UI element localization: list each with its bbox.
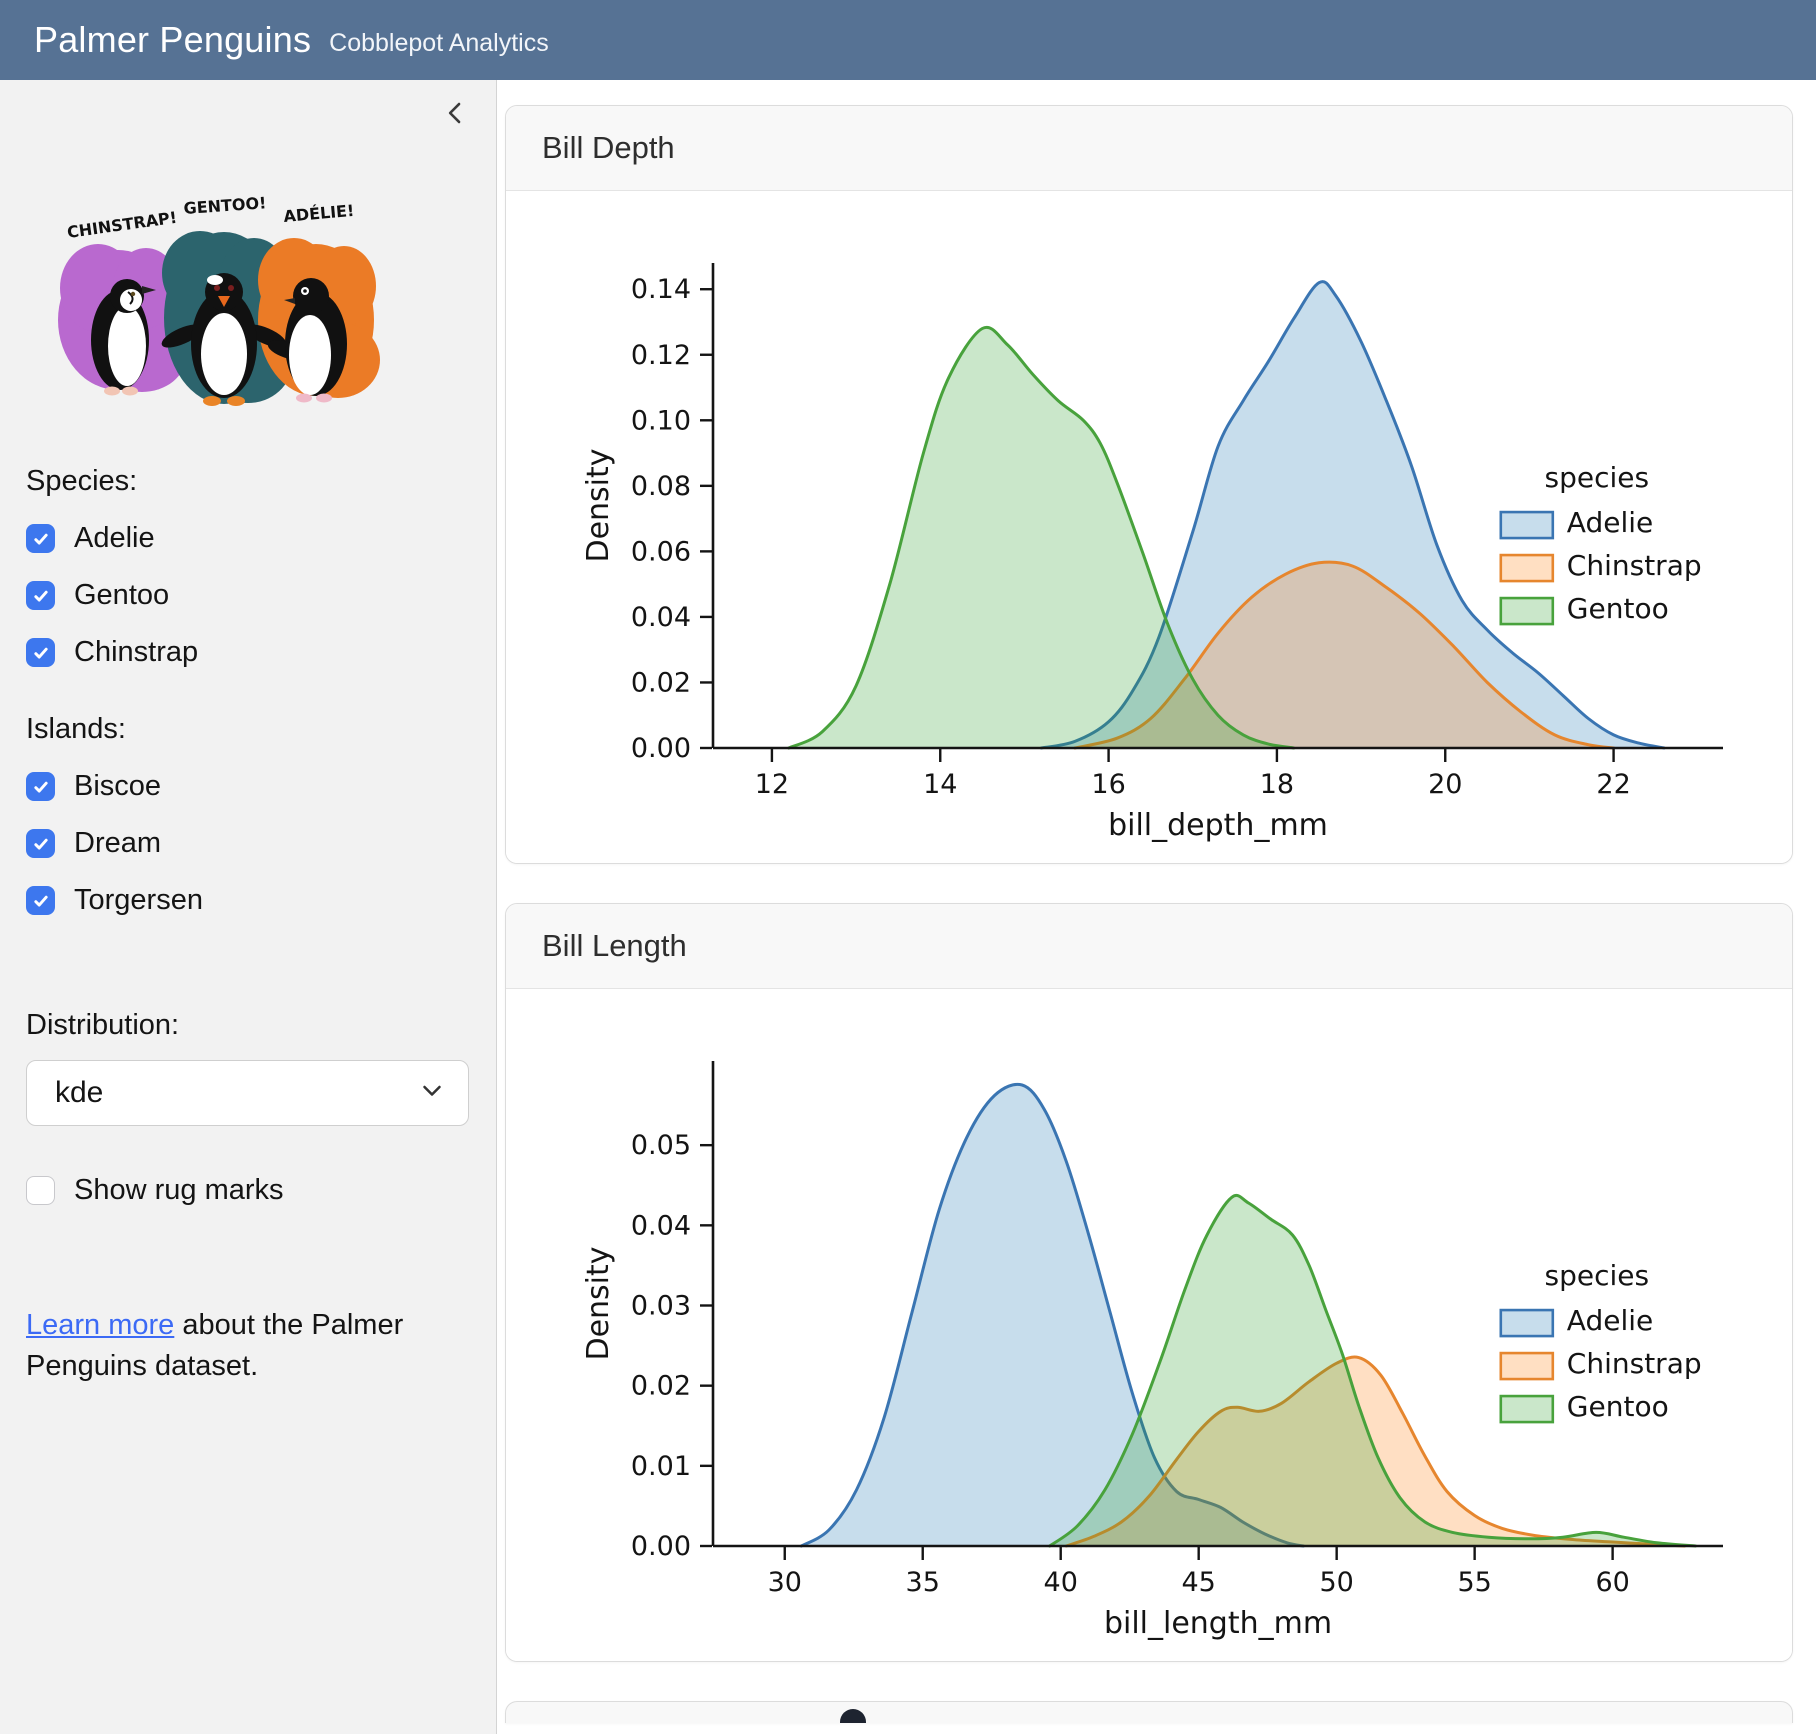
x-axis-label: bill_depth_mm	[1108, 808, 1328, 843]
checkbox-label: Gentoo	[74, 579, 169, 612]
legend-label-adelie: Adelie	[1567, 506, 1653, 539]
legend-swatch-chinstrap	[1501, 555, 1553, 581]
y-tick-label: 0.14	[631, 274, 691, 305]
distribution-heading: Distribution:	[26, 1009, 470, 1042]
partial-card	[505, 1701, 1793, 1723]
legend-label-gentoo: Gentoo	[1567, 1390, 1669, 1423]
y-tick-label: 0.00	[631, 733, 691, 764]
adelie-art-label: ADÉLIE!	[283, 201, 355, 226]
checkbox-icon	[26, 638, 55, 667]
species-checkbox-chinstrap[interactable]: Chinstrap	[26, 636, 470, 669]
legend: species Adelie Chinstrap Gentoo	[1501, 461, 1702, 625]
legend-swatch-adelie	[1501, 512, 1553, 538]
island-checkbox-biscoe[interactable]: Biscoe	[26, 770, 470, 803]
x-axis-label: bill_length_mm	[1104, 1606, 1332, 1641]
x-tick-label: 12	[755, 769, 789, 800]
app-title: Palmer Penguins	[34, 19, 311, 61]
y-tick-label: 0.10	[631, 405, 691, 436]
x-tick-label: 60	[1595, 1567, 1629, 1598]
y-tick-label: 0.04	[631, 602, 691, 633]
x-tick-label: 30	[768, 1567, 802, 1598]
legend-label-chinstrap: Chinstrap	[1567, 1347, 1702, 1380]
species-heading: Species:	[26, 465, 470, 498]
x-tick-label: 45	[1182, 1567, 1216, 1598]
legend-label-adelie: Adelie	[1567, 1304, 1653, 1337]
species-checkbox-gentoo[interactable]: Gentoo	[26, 579, 470, 612]
bill-length-card-title: Bill Length	[506, 904, 1792, 989]
x-tick-label: 50	[1319, 1567, 1353, 1598]
checkbox-icon	[26, 1176, 55, 1205]
x-tick-label: 20	[1428, 769, 1462, 800]
y-tick-label: 0.01	[631, 1451, 691, 1482]
x-tick-label: 35	[906, 1567, 940, 1598]
checkbox-label: Dream	[74, 827, 161, 860]
checkbox-icon	[26, 581, 55, 610]
chinstrap-art-label: CHINSTRAP!	[66, 208, 178, 242]
app-window: Palmer Penguins Cobblepot Analytics	[0, 0, 1816, 1734]
app-header: Palmer Penguins Cobblepot Analytics	[0, 0, 1816, 80]
legend-title: species	[1545, 1259, 1650, 1292]
y-tick-label: 0.12	[631, 340, 691, 371]
checkbox-icon	[26, 829, 55, 858]
checkbox-icon	[26, 524, 55, 553]
y-tick-label: 0.04	[631, 1210, 691, 1241]
x-tick-label: 40	[1044, 1567, 1078, 1598]
legend-swatch-chinstrap	[1501, 1353, 1553, 1379]
chevron-left-icon	[442, 100, 468, 131]
species-checkbox-adelie[interactable]: Adelie	[26, 522, 470, 555]
checkbox-icon	[26, 886, 55, 915]
distribution-select[interactable]: kde	[26, 1060, 469, 1126]
y-tick-label: 0.00	[631, 1531, 691, 1562]
x-tick-label: 18	[1260, 769, 1294, 800]
show-rug-marks-checkbox[interactable]: Show rug marks	[26, 1174, 470, 1207]
bill-depth-card: Bill Depth 12 14 16 18 20 22 0.00 0.02 0.04 0.06 0…	[505, 105, 1793, 864]
y-tick-label: 0.06	[631, 536, 691, 567]
y-tick-label: 0.05	[631, 1130, 691, 1161]
kde-chart-svg: 12 14 16 18 20 22 0.00 0.02 0.04 0.06 0.08 0.10 0.12…	[508, 203, 1758, 863]
checkbox-label: Adelie	[74, 522, 155, 555]
distribution-selected-value: kde	[55, 1076, 420, 1110]
y-tick-label: 0.02	[631, 667, 691, 698]
chevron-down-icon	[420, 1076, 444, 1110]
learn-more-text: Learn more about the Palmer Penguins dat…	[26, 1305, 466, 1387]
y-axis-label: Density	[581, 448, 616, 562]
checkbox-label: Torgersen	[74, 884, 203, 917]
gentoo-art-label: GENTOO!	[183, 193, 267, 218]
kde-chart-svg: 30 35 40 45 50 55 60 0.00 0.01 0.02 0.03 0.04 0.05 bi…	[508, 1001, 1758, 1661]
checkbox-label: Show rug marks	[74, 1174, 284, 1207]
checkbox-label: Chinstrap	[74, 636, 198, 669]
sidebar: CHINSTRAP! GENTOO! ADÉLIE! Species: Adel…	[0, 80, 497, 1734]
x-tick-label: 14	[923, 769, 957, 800]
partial-chart-shape	[840, 1709, 866, 1723]
bill-length-card: Bill Length 30 35 40 45 50 55 60 0.00 0.01 0.02 0.…	[505, 903, 1793, 1662]
bill-length-kde-plot: 30 35 40 45 50 55 60 0.00 0.01 0.02 0.03 0.04 0.05 bi…	[506, 1001, 1792, 1661]
sidebar-collapse-button[interactable]	[440, 100, 470, 130]
legend-label-chinstrap: Chinstrap	[1567, 549, 1702, 582]
sidebar-collapse-row	[26, 100, 470, 134]
y-tick-label: 0.02	[631, 1371, 691, 1402]
legend-title: species	[1545, 461, 1650, 494]
y-tick-label: 0.08	[631, 471, 691, 502]
y-axis-label: Density	[581, 1246, 616, 1360]
learn-more-link[interactable]: Learn more	[26, 1309, 174, 1341]
legend-swatch-adelie	[1501, 1310, 1553, 1336]
island-checkbox-torgersen[interactable]: Torgersen	[26, 884, 470, 917]
bill-depth-kde-plot: 12 14 16 18 20 22 0.00 0.02 0.04 0.06 0.08 0.10 0.12…	[506, 203, 1792, 863]
islands-heading: Islands:	[26, 713, 470, 746]
checkbox-label: Biscoe	[74, 770, 161, 803]
legend: species Adelie Chinstrap Gentoo	[1501, 1259, 1702, 1423]
checkbox-icon	[26, 772, 55, 801]
legend-swatch-gentoo	[1501, 1396, 1553, 1422]
legend-swatch-gentoo	[1501, 598, 1553, 624]
main-content: Bill Depth 12 14 16 18 20 22 0.00 0.02 0.04 0.06 0…	[498, 80, 1816, 1734]
bill-depth-card-title: Bill Depth	[506, 106, 1792, 191]
legend-label-gentoo: Gentoo	[1567, 592, 1669, 625]
x-tick-label: 55	[1457, 1567, 1491, 1598]
x-tick-label: 16	[1091, 769, 1125, 800]
penguin-artwork-image: CHINSTRAP! GENTOO! ADÉLIE!	[32, 168, 470, 413]
y-tick-label: 0.03	[631, 1291, 691, 1322]
island-checkbox-dream[interactable]: Dream	[26, 827, 470, 860]
x-tick-label: 22	[1596, 769, 1630, 800]
app-subtitle: Cobblepot Analytics	[329, 29, 549, 58]
